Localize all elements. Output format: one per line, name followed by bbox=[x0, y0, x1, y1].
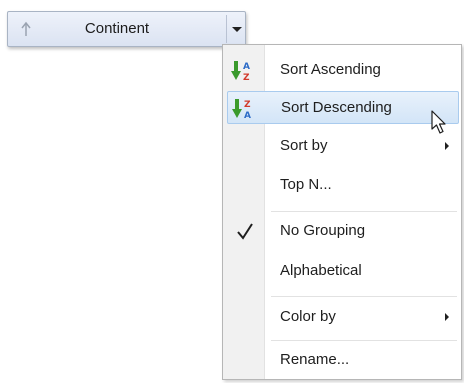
svg-text:A: A bbox=[244, 111, 251, 120]
dropdown-button[interactable] bbox=[226, 15, 245, 43]
menu-item-sort-by[interactable]: Sort by bbox=[227, 130, 459, 163]
svg-text:Z: Z bbox=[243, 73, 250, 82]
svg-text:A: A bbox=[243, 62, 250, 72]
menu-separator bbox=[271, 296, 457, 297]
menu-item-label: Sort by bbox=[280, 137, 328, 154]
menu-item-color-by[interactable]: Color by bbox=[227, 301, 459, 334]
arrow-up-icon bbox=[21, 21, 31, 36]
menu-item-no-grouping[interactable]: No Grouping bbox=[227, 215, 459, 248]
svg-text:Z: Z bbox=[244, 100, 251, 110]
field-title: Continent bbox=[84, 20, 150, 37]
menu-item-label: Color by bbox=[280, 308, 336, 325]
submenu-arrow-icon bbox=[445, 142, 449, 150]
mouse-pointer-icon bbox=[431, 110, 446, 134]
checkmark-icon bbox=[237, 223, 253, 240]
continent-field-header[interactable]: Continent bbox=[7, 11, 246, 47]
menu-separator bbox=[271, 211, 457, 212]
menu-item-label: No Grouping bbox=[280, 222, 366, 239]
sort-a-to-z-icon: A Z bbox=[231, 61, 250, 82]
sort-z-to-a-icon: Z A bbox=[232, 99, 251, 120]
menu-item-label: Top N... bbox=[280, 176, 332, 193]
menu-separator bbox=[271, 340, 457, 341]
submenu-arrow-icon bbox=[445, 313, 449, 321]
menu-item-sort-ascending[interactable]: A Z Sort Ascending bbox=[227, 54, 459, 87]
menu-item-rename[interactable]: Rename... bbox=[227, 344, 459, 377]
menu-item-alphabetical[interactable]: Alphabetical bbox=[227, 255, 459, 288]
menu-item-top-n[interactable]: Top N... bbox=[227, 169, 459, 202]
menu-item-sort-descending[interactable]: Z A Sort Descending bbox=[227, 91, 459, 124]
menu-item-label: Alphabetical bbox=[280, 262, 362, 279]
menu-item-label: Sort Descending bbox=[281, 99, 392, 116]
field-context-menu: A Z Sort Ascending Z A Sort Descending S… bbox=[222, 44, 462, 380]
chevron-down-icon bbox=[232, 27, 242, 32]
menu-item-label: Rename... bbox=[280, 351, 350, 368]
menu-item-label: Sort Ascending bbox=[280, 61, 381, 78]
